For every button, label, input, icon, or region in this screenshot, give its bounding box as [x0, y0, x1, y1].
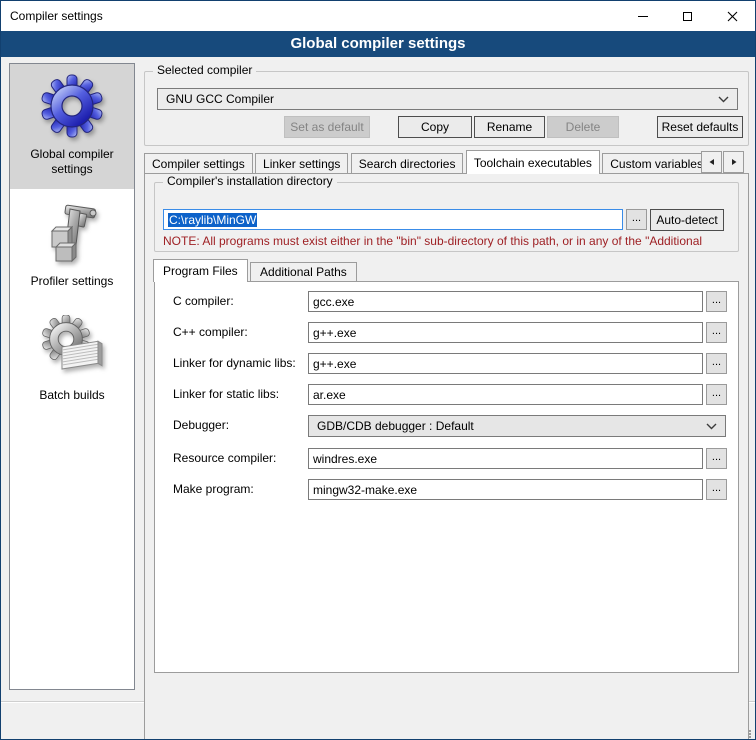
dynamic-linker-label: Linker for dynamic libs:	[173, 356, 296, 370]
c-compiler-input[interactable]: gcc.exe	[308, 291, 703, 312]
cpp-compiler-input[interactable]: g++.exe	[308, 322, 703, 343]
static-linker-input[interactable]: ar.exe	[308, 384, 703, 405]
page-title: Global compiler settings	[1, 31, 755, 57]
tab-search-directories[interactable]: Search directories	[351, 153, 464, 173]
minimize-button[interactable]	[620, 1, 665, 31]
dynamic-linker-value: g++.exe	[313, 357, 356, 371]
static-linker-browse-button[interactable]: ...	[706, 384, 727, 405]
tab-toolchain-executables[interactable]: Toolchain executables	[466, 150, 600, 174]
window-title: Compiler settings	[1, 9, 103, 23]
tab-scroll-controls	[701, 151, 745, 173]
static-linker-row: Linker for static libs: ar.exe ...	[155, 384, 738, 406]
cpp-compiler-browse-button[interactable]: ...	[706, 322, 727, 343]
installation-directory-group: Compiler's installation directory C:\ray…	[154, 182, 739, 252]
c-compiler-value: gcc.exe	[313, 295, 354, 309]
make-program-value: mingw32-make.exe	[313, 483, 417, 497]
close-icon	[727, 11, 738, 22]
minimize-icon	[638, 16, 648, 17]
c-compiler-row: C compiler: gcc.exe ...	[155, 291, 738, 313]
cpp-compiler-row: C++ compiler: g++.exe ...	[155, 322, 738, 344]
maximize-icon	[683, 12, 692, 21]
rename-button[interactable]: Rename	[474, 116, 545, 138]
selected-compiler-group: Selected compiler GNU GCC Compiler Set a…	[144, 71, 749, 146]
make-program-label: Make program:	[173, 482, 254, 496]
subtab-additional-paths[interactable]: Additional Paths	[250, 262, 357, 281]
sidebar-item-global-compiler-settings[interactable]: Global compiler settings	[10, 64, 134, 189]
make-program-browse-button[interactable]: ...	[706, 479, 727, 500]
subtab-program-files[interactable]: Program Files	[153, 259, 248, 282]
window-controls	[620, 1, 755, 31]
resource-compiler-browse-button[interactable]: ...	[706, 448, 727, 469]
dynamic-linker-row: Linker for dynamic libs: g++.exe ...	[155, 353, 738, 375]
resource-compiler-input[interactable]: windres.exe	[308, 448, 703, 469]
static-linker-label: Linker for static libs:	[173, 387, 279, 401]
set-as-default-button[interactable]: Set as default	[284, 116, 370, 138]
make-program-row: Make program: mingw32-make.exe ...	[155, 479, 738, 501]
gear-stack-icon	[40, 315, 104, 379]
dialog-body: Global compiler settings	[1, 57, 755, 740]
resource-compiler-value: windres.exe	[313, 452, 377, 466]
c-compiler-label: C compiler:	[173, 294, 234, 308]
tab-custom-variables[interactable]: Custom variables	[602, 153, 702, 173]
dynamic-linker-browse-button[interactable]: ...	[706, 353, 727, 374]
tab-scroll-left-button[interactable]	[701, 151, 722, 173]
sidebar-item-label: Global compiler settings	[14, 147, 130, 177]
sidebar-item-batch-builds[interactable]: Batch builds	[10, 305, 134, 415]
c-compiler-browse-button[interactable]: ...	[706, 291, 727, 312]
sidebar-item-profiler-settings[interactable]: Profiler settings	[10, 191, 134, 301]
copy-button[interactable]: Copy	[398, 116, 472, 138]
selected-compiler-group-label: Selected compiler	[153, 63, 256, 77]
chevron-down-icon	[706, 423, 717, 430]
program-files-tabstrip: Program Files Additional Paths	[153, 259, 356, 282]
close-button[interactable]	[710, 1, 755, 31]
caliper-icon	[40, 201, 104, 265]
debugger-select-value: GDB/CDB debugger : Default	[317, 419, 706, 433]
arrow-right-icon	[730, 158, 738, 166]
compiler-settings-dialog: Compiler settings Global compiler settin…	[0, 0, 756, 740]
debugger-label: Debugger:	[173, 418, 229, 432]
browse-directory-button[interactable]: ...	[626, 209, 647, 230]
maximize-button[interactable]	[665, 1, 710, 31]
settings-tabstrip: Compiler settings Linker settings Search…	[144, 150, 702, 174]
dynamic-linker-input[interactable]: g++.exe	[308, 353, 703, 374]
delete-button[interactable]: Delete	[547, 116, 619, 138]
auto-detect-button[interactable]: Auto-detect	[650, 209, 724, 231]
reset-defaults-button[interactable]: Reset defaults	[657, 116, 743, 138]
tab-scroll-right-button[interactable]	[723, 151, 744, 173]
sidebar-item-label: Batch builds	[14, 388, 130, 403]
settings-category-list: Global compiler settings	[9, 63, 135, 690]
compiler-select-value: GNU GCC Compiler	[166, 92, 718, 106]
sidebar-item-label: Profiler settings	[14, 274, 130, 289]
debugger-row: Debugger: GDB/CDB debugger : Default	[155, 415, 738, 437]
titlebar: Compiler settings	[1, 1, 755, 31]
resource-compiler-label: Resource compiler:	[173, 451, 276, 465]
bin-subdirectory-note: NOTE: All programs must exist either in …	[163, 234, 733, 248]
resource-compiler-row: Resource compiler: windres.exe ...	[155, 448, 738, 470]
gear-blue-icon	[40, 74, 104, 138]
debugger-select[interactable]: GDB/CDB debugger : Default	[308, 415, 726, 437]
compiler-select[interactable]: GNU GCC Compiler	[157, 88, 738, 110]
arrow-left-icon	[708, 158, 716, 166]
installation-directory-value: C:\raylib\MinGW	[168, 213, 257, 227]
make-program-input[interactable]: mingw32-make.exe	[308, 479, 703, 500]
cpp-compiler-value: g++.exe	[313, 326, 356, 340]
chevron-down-icon	[718, 96, 729, 103]
static-linker-value: ar.exe	[313, 388, 346, 402]
toolchain-executables-panel: Compiler's installation directory C:\ray…	[144, 173, 749, 740]
installation-directory-group-label: Compiler's installation directory	[163, 174, 337, 188]
tab-compiler-settings[interactable]: Compiler settings	[144, 153, 253, 173]
program-files-panel: C compiler: gcc.exe ... C++ compiler: g+…	[154, 281, 739, 673]
cpp-compiler-label: C++ compiler:	[173, 325, 248, 339]
installation-directory-input[interactable]: C:\raylib\MinGW	[163, 209, 623, 230]
tab-linker-settings[interactable]: Linker settings	[255, 153, 348, 173]
